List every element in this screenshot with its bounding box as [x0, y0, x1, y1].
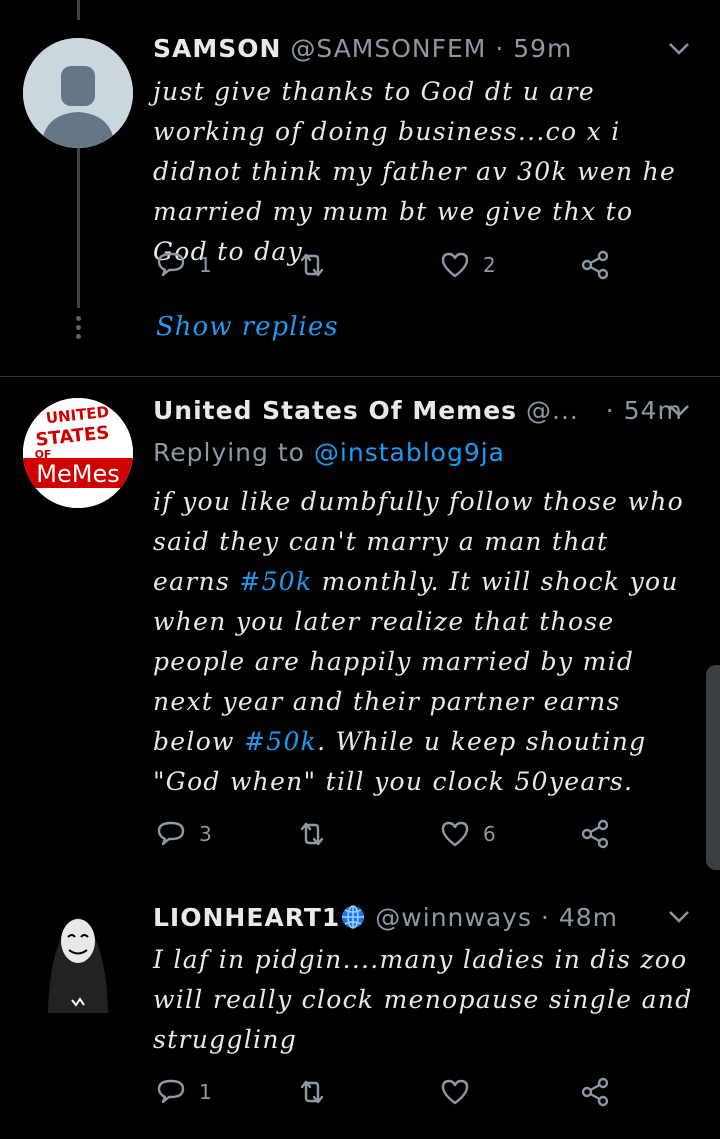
tweet-actions: 1 2 — [153, 249, 623, 289]
divider — [0, 376, 720, 377]
handle[interactable]: @winnways — [375, 903, 532, 932]
tweet-text: I laf in pidgin....many ladies in dis zo… — [153, 945, 693, 1054]
like-button[interactable]: 6 — [439, 818, 496, 850]
default-avatar-icon — [23, 38, 133, 148]
reply-icon — [157, 1079, 185, 1104]
tweet-text: if you like dumbfully follow those who s… — [153, 482, 693, 802]
separator-dot: · — [605, 396, 615, 425]
tweet-actions: 3 6 — [153, 818, 623, 858]
reply-count: 1 — [199, 1080, 212, 1104]
avatar-lionheart[interactable] — [42, 895, 114, 1013]
mask-avatar-icon — [42, 895, 114, 1013]
reply-icon — [157, 252, 185, 277]
thread-more-dots[interactable] — [73, 316, 83, 343]
retweet-icon — [300, 822, 324, 846]
retweet-button[interactable] — [296, 249, 340, 281]
tweet-header: United States Of Memes @... · 54m — [153, 396, 683, 425]
like-count: 6 — [483, 822, 496, 846]
retweet-icon — [300, 1080, 324, 1104]
reply-button[interactable]: 1 — [155, 249, 212, 281]
handle[interactable]: @SAMSONFEM — [290, 34, 486, 63]
reply-count: 1 — [199, 253, 212, 277]
retweet-icon — [300, 253, 324, 277]
scrollbar-thumb[interactable] — [706, 665, 720, 870]
share-icon — [581, 250, 609, 280]
display-name[interactable]: SAMSON — [153, 34, 281, 63]
memes-logo-icon: UNITED STATES OF MeMes — [23, 398, 133, 508]
hashtag-link[interactable]: #50k — [244, 727, 317, 756]
replying-to-prefix: Replying to — [153, 438, 305, 467]
reply-button[interactable]: 3 — [155, 818, 212, 850]
globe-icon — [342, 905, 365, 929]
timestamp[interactable]: 48m — [559, 903, 618, 932]
like-button[interactable] — [439, 1076, 483, 1108]
share-button[interactable] — [579, 1076, 611, 1108]
share-icon — [581, 819, 609, 849]
chevron-down-icon[interactable] — [668, 910, 690, 924]
reply-count: 3 — [199, 822, 212, 846]
avatar-united-states-of-memes[interactable]: UNITED STATES OF MeMes — [23, 398, 133, 508]
replying-to-handle[interactable]: @instablog9ja — [314, 438, 505, 467]
timestamp[interactable]: 59m — [513, 34, 572, 63]
display-name[interactable]: United States Of Memes — [153, 396, 517, 425]
avatar-samson[interactable] — [23, 38, 133, 148]
tweet-header: SAMSON @SAMSONFEM · 59m — [153, 34, 572, 63]
reply-icon — [157, 821, 185, 846]
like-button[interactable]: 2 — [439, 249, 496, 281]
chevron-down-icon[interactable] — [668, 404, 690, 418]
svg-text:MeMes: MeMes — [36, 460, 119, 488]
thread-line — [77, 148, 80, 308]
separator-dot: · — [495, 34, 505, 63]
heart-icon — [441, 252, 469, 278]
hashtag-link[interactable]: #50k — [239, 567, 312, 596]
tweet-text: just give thanks to God dt u are working… — [153, 77, 677, 266]
retweet-button[interactable] — [296, 818, 340, 850]
handle[interactable]: @... — [526, 396, 579, 425]
share-button[interactable] — [579, 249, 611, 281]
share-icon — [581, 1077, 609, 1107]
heart-icon — [441, 1079, 469, 1105]
chevron-down-icon[interactable] — [668, 42, 690, 56]
heart-icon — [441, 821, 469, 847]
display-name[interactable]: LIONHEART1 — [153, 903, 340, 932]
show-replies-link[interactable]: Show replies — [156, 312, 339, 342]
separator-dot: · — [540, 903, 550, 932]
tweet-actions: 1 — [153, 1076, 623, 1116]
retweet-button[interactable] — [296, 1076, 340, 1108]
thread-line-top — [77, 0, 80, 20]
like-count: 2 — [483, 253, 496, 277]
reply-button[interactable]: 1 — [155, 1076, 212, 1108]
tweet-header: LIONHEART1 @winnways · 48m — [153, 903, 618, 932]
share-button[interactable] — [579, 818, 611, 850]
replying-to: Replying to @instablog9ja — [153, 438, 505, 467]
